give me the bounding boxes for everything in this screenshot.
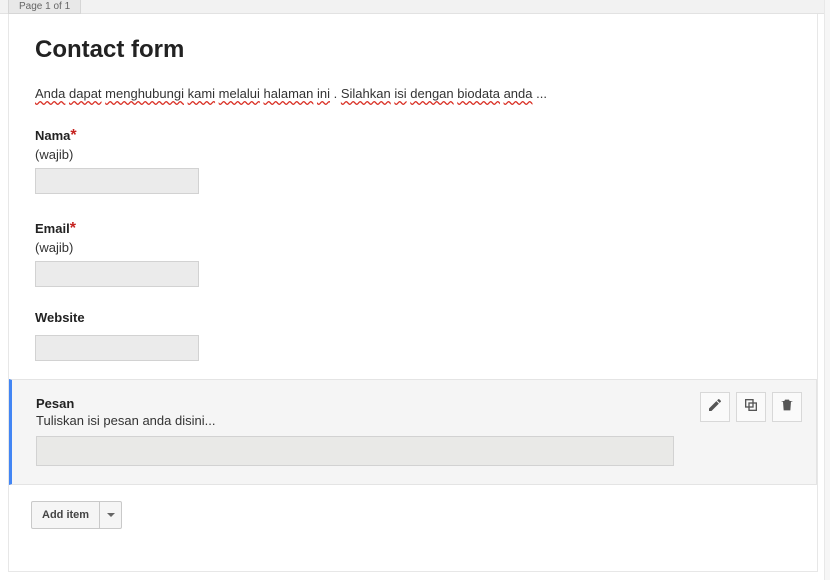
add-item-button[interactable]: Add item: [31, 501, 122, 529]
text-input-email[interactable]: [35, 261, 199, 287]
question-email[interactable]: Email* (wajib): [9, 194, 817, 287]
question-pesan-selected[interactable]: Pesan Tuliskan isi pesan anda disini...: [9, 379, 817, 485]
question-label: Pesan: [36, 396, 796, 411]
question-label: Website: [35, 310, 85, 325]
delete-button[interactable]: [772, 392, 802, 422]
text-input-website[interactable]: [35, 335, 199, 361]
paragraph-input[interactable]: [36, 436, 674, 466]
question-nama[interactable]: Nama* (wajib): [9, 101, 817, 194]
question-hint: (wajib): [35, 240, 791, 255]
question-hint: (wajib): [35, 147, 791, 162]
question-subtext: Tuliskan isi pesan anda disini...: [36, 413, 796, 428]
duplicate-button[interactable]: [736, 392, 766, 422]
required-star: *: [70, 220, 76, 237]
question-website[interactable]: Website: [9, 287, 817, 361]
question-toolbar: [700, 392, 802, 422]
add-item-label: Add item: [32, 502, 99, 528]
question-label: Nama: [35, 128, 70, 143]
text-input-nama[interactable]: [35, 168, 199, 194]
trash-icon: [779, 397, 795, 418]
add-item-dropdown[interactable]: [99, 502, 121, 528]
form-description: Anda dapat menghubungi kami melalui hala…: [9, 64, 817, 101]
pencil-icon: [707, 397, 723, 418]
page-tab: Page 1 of 1: [8, 0, 81, 14]
form-title: Contact form: [9, 14, 817, 64]
copy-icon: [743, 397, 759, 418]
chevron-down-icon: [107, 513, 115, 517]
required-star: *: [70, 127, 76, 144]
question-label: Email: [35, 221, 70, 236]
form-canvas: Contact form Anda dapat menghubungi kami…: [8, 14, 818, 572]
right-gutter: [824, 0, 830, 580]
edit-button[interactable]: [700, 392, 730, 422]
page-strip: [0, 0, 830, 14]
